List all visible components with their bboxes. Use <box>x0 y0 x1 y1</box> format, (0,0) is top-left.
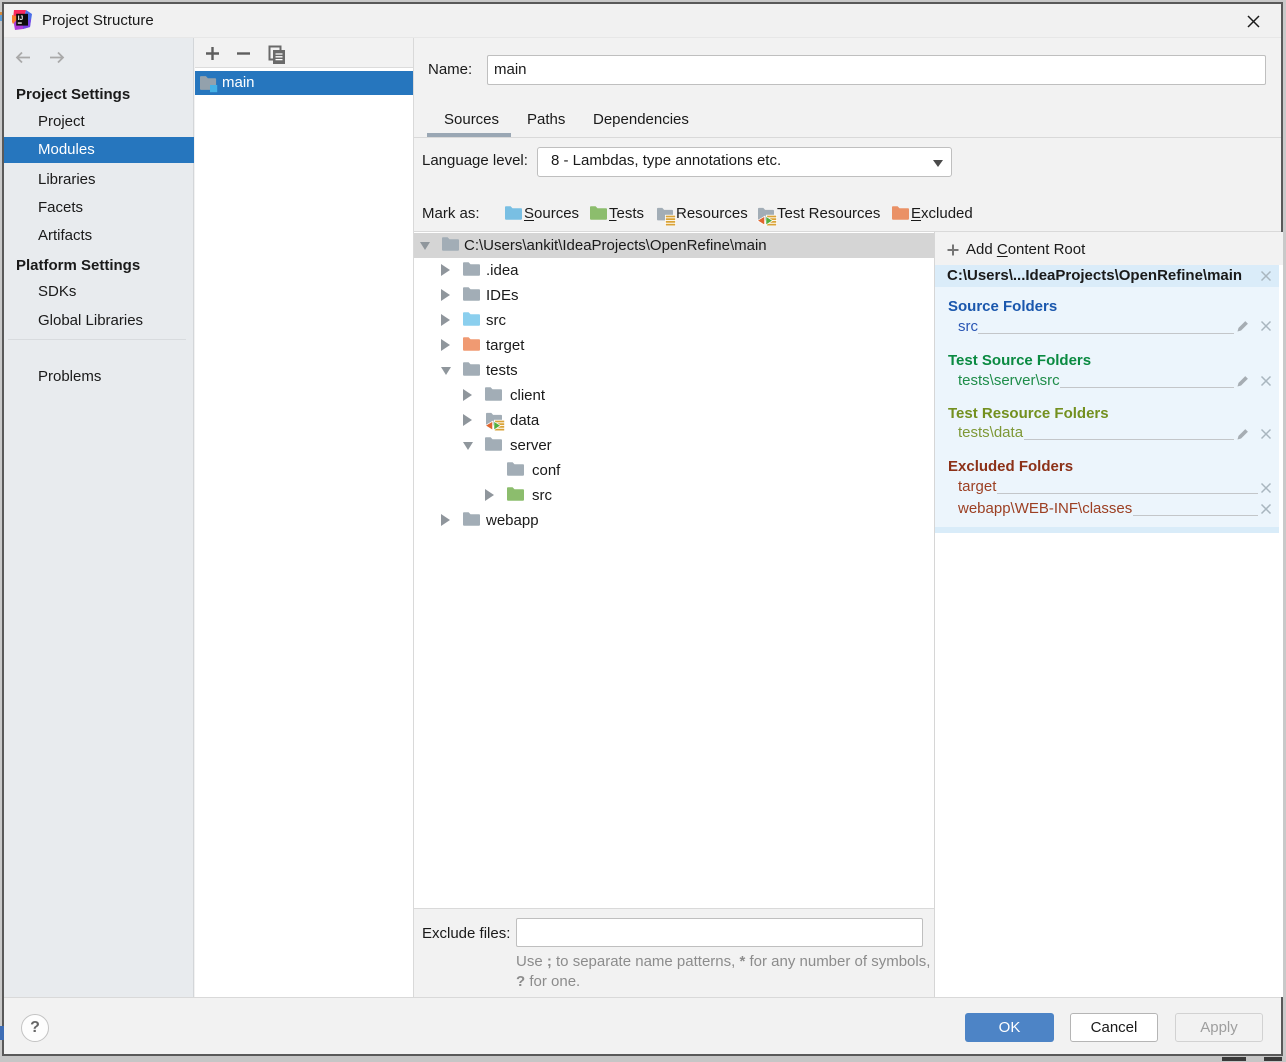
svg-text:IJ: IJ <box>18 15 24 22</box>
